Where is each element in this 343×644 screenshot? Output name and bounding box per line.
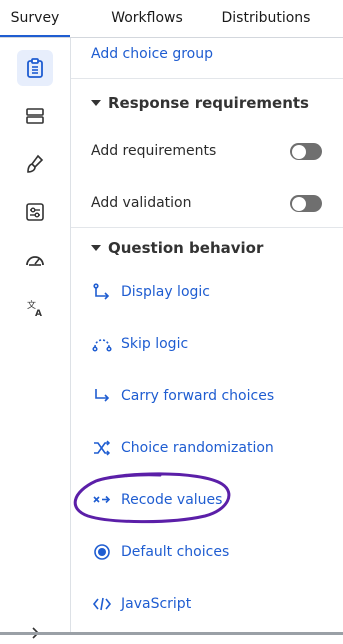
brush-icon [27, 154, 44, 173]
survey-checker-button[interactable] [17, 242, 53, 278]
carry-forward-icon [91, 385, 113, 407]
add-requirements-label: Add requirements [91, 143, 217, 159]
divider [71, 78, 343, 79]
display-logic-icon [91, 281, 113, 303]
add-validation-label: Add validation [91, 195, 192, 211]
add-validation-toggle[interactable] [290, 195, 322, 212]
tab-workflows[interactable]: Workflows [95, 0, 199, 35]
sliders-icon [26, 203, 44, 221]
look-and-feel-button[interactable] [17, 146, 53, 182]
left-icon-rail: 文 A [0, 38, 71, 639]
javascript-link[interactable]: JavaScript [91, 593, 191, 615]
translate-icon: 文 A [27, 299, 42, 319]
question-behavior-header[interactable]: Question behavior [91, 239, 263, 257]
question-settings-panel: Add choice group Response requirements A… [71, 38, 343, 632]
skip-logic-icon [91, 333, 113, 355]
shuffle-icon [91, 437, 113, 459]
layout-icon [26, 108, 44, 124]
display-logic-link[interactable]: Display logic [91, 281, 210, 303]
clipboard-icon [27, 58, 43, 78]
recode-values-link[interactable]: Recode values [91, 489, 222, 511]
skip-logic-link[interactable]: Skip logic [91, 333, 188, 355]
tab-survey[interactable]: Survey [0, 0, 70, 37]
radio-icon [91, 541, 113, 563]
top-tabs: Survey Workflows Distributions [0, 0, 343, 37]
toggle-knob [291, 196, 306, 211]
carry-forward-choices-link[interactable]: Carry forward choices [91, 385, 274, 407]
gauge-icon [26, 256, 44, 266]
add-requirements-toggle[interactable] [290, 143, 322, 160]
svg-text:A: A [35, 309, 42, 319]
response-requirements-header[interactable]: Response requirements [91, 94, 309, 112]
recode-icon [91, 489, 113, 511]
caret-down-icon [91, 245, 101, 251]
caret-down-icon [91, 100, 101, 106]
survey-builder-button[interactable] [17, 50, 53, 86]
survey-options-button[interactable] [17, 194, 53, 230]
translate-button[interactable]: 文 A [17, 290, 53, 326]
choice-randomization-link[interactable]: Choice randomization [91, 437, 274, 459]
divider [71, 227, 343, 228]
add-choice-group-link[interactable]: Add choice group [91, 46, 213, 62]
code-icon [91, 593, 113, 615]
toggle-knob [291, 144, 306, 159]
default-choices-link[interactable]: Default choices [91, 541, 229, 563]
tab-distributions[interactable]: Distributions [214, 0, 318, 35]
survey-flow-button[interactable] [17, 98, 53, 134]
